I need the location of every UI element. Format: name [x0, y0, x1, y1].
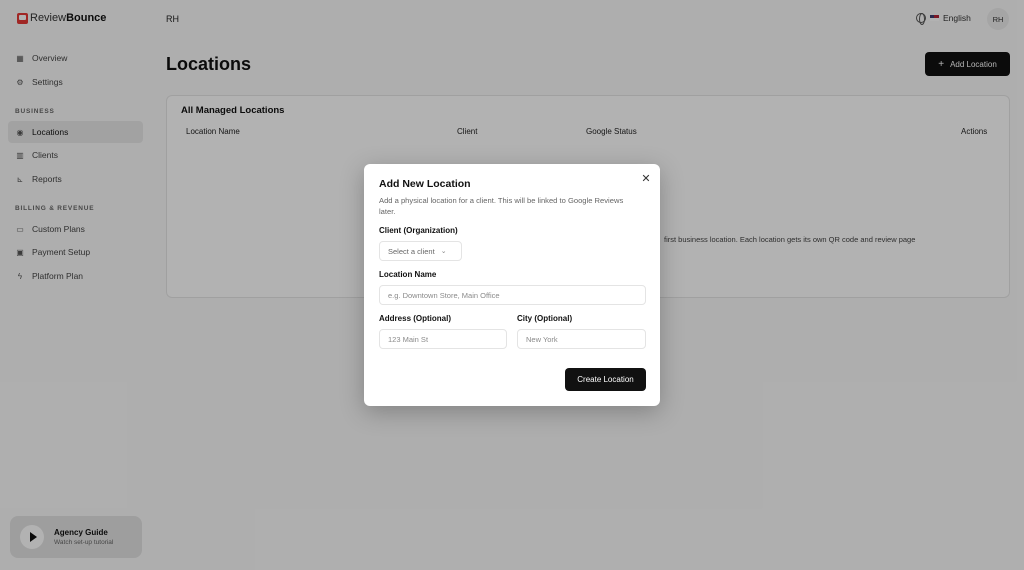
- client-select-value: Select a client: [388, 246, 435, 256]
- add-location-dialog: ✕ Add New Location Add a physical locati…: [364, 164, 660, 406]
- city-label: City (Optional): [517, 314, 573, 323]
- address-label: Address (Optional): [379, 314, 452, 323]
- create-location-button[interactable]: Create Location: [565, 368, 646, 391]
- dialog-description: Add a physical location for a client. Th…: [379, 196, 624, 216]
- chevron-down-icon: ⌄: [440, 248, 447, 255]
- client-select[interactable]: Select a client ⌄: [379, 241, 462, 261]
- location-name-input[interactable]: [379, 285, 646, 305]
- location-name-label: Location Name: [379, 270, 437, 279]
- close-icon[interactable]: ✕: [640, 172, 652, 185]
- city-input[interactable]: [517, 329, 646, 349]
- dialog-title: Add New Location: [379, 178, 471, 190]
- address-input[interactable]: [379, 329, 507, 349]
- client-label: Client (Organization): [379, 226, 458, 235]
